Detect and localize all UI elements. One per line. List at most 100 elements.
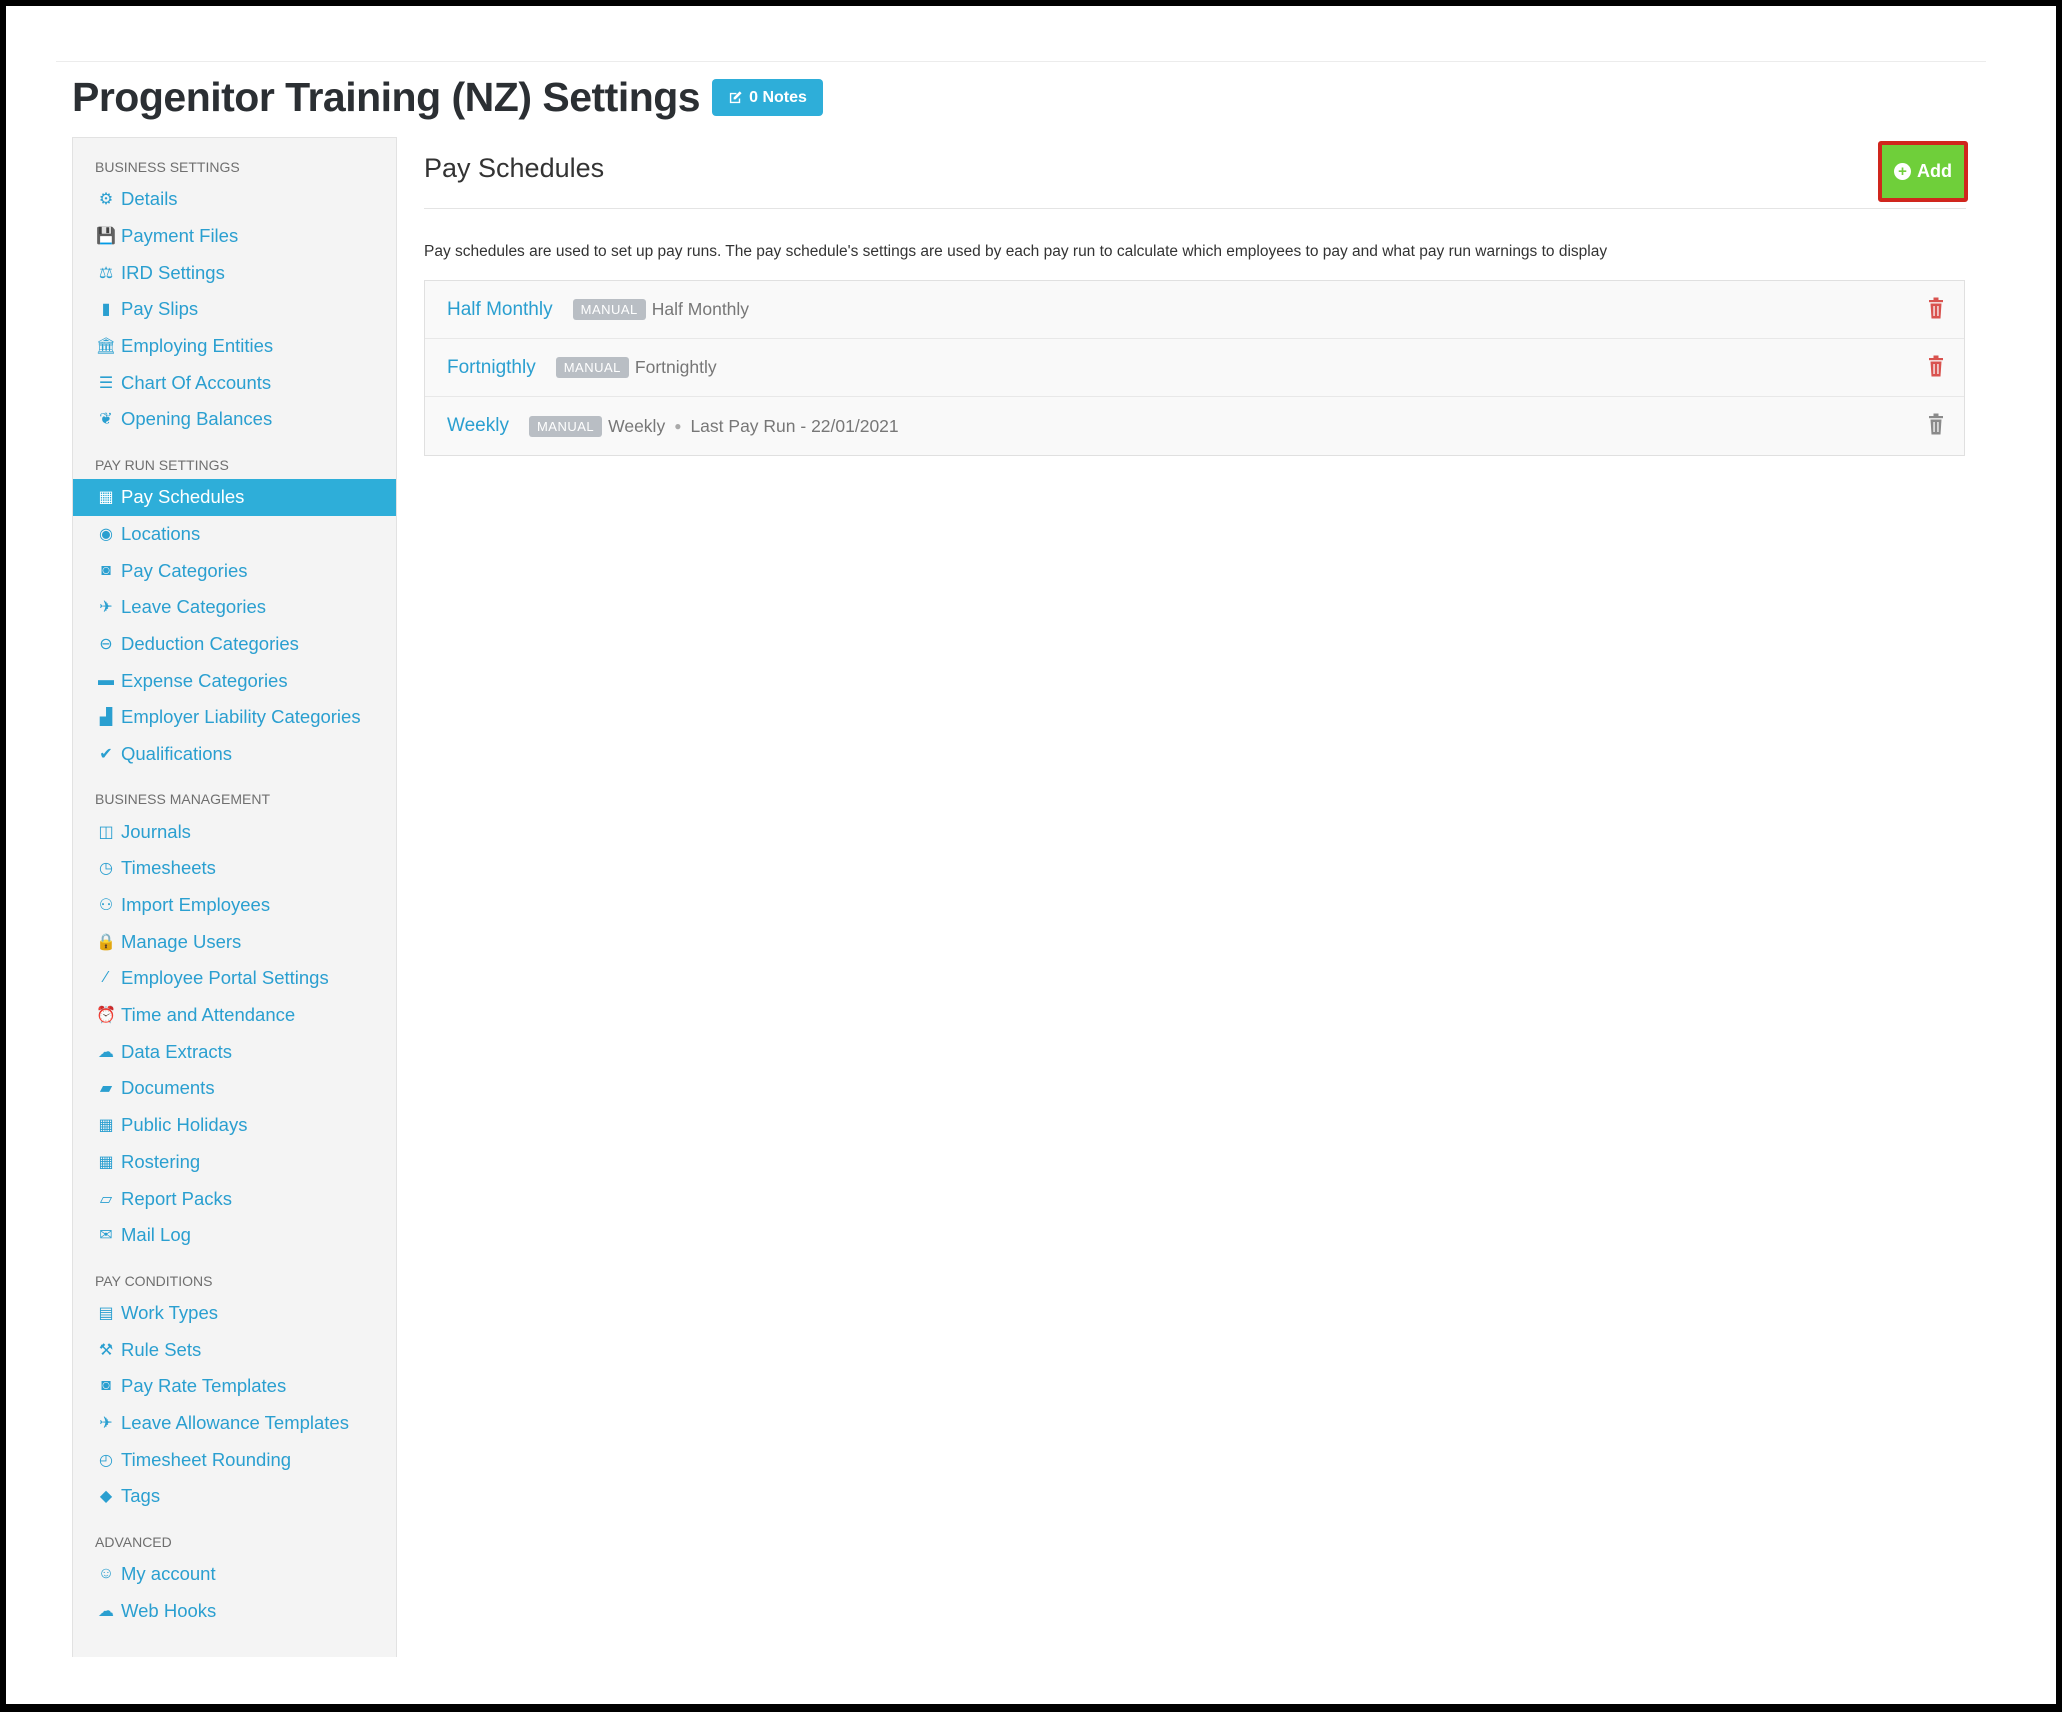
columns-icon: ◫ <box>98 823 114 841</box>
sidebar-item-label: Employee Portal Settings <box>121 967 329 989</box>
industry-icon: ▟ <box>99 709 113 727</box>
sidebar-item-employer-liability-categories[interactable]: ▟ Employer Liability Categories <box>73 699 396 736</box>
section-divider <box>424 208 1966 209</box>
sidebar-section-title: BUSINESS MANAGEMENT <box>95 791 271 808</box>
cloud-download-icon: ☁ <box>98 1043 114 1061</box>
sidebar-item-import-employees[interactable]: ⚇ Import Employees <box>73 887 396 924</box>
folder-open-icon: ▱ <box>99 1190 113 1208</box>
sidebar-section: PAY CONDITIONS ▤ Work Types ⚒ Rule Sets ◙ Pay … <box>73 1270 396 1515</box>
sidebar-item-manage-users[interactable]: 🔒 Manage Users <box>73 923 396 960</box>
sidebar-item-my-account[interactable]: ☺ My account <box>73 1556 396 1593</box>
section-title: Pay Schedules <box>424 153 605 183</box>
pay-schedule-link[interactable]: Weekly <box>447 415 509 437</box>
sidebar-item-pay-schedules[interactable]: ▦ Pay Schedules <box>73 478 396 516</box>
sidebar-item-label: Details <box>121 188 178 210</box>
trash-icon[interactable] <box>1928 297 1944 319</box>
sidebar-item-expense-categories[interactable]: ▬ Expense Categories <box>73 662 396 699</box>
sidebar-item-label: Pay Categories <box>121 559 248 581</box>
sidebar-item-label: Deduction Categories <box>121 632 299 654</box>
sidebar-item-employing-entities[interactable]: 🏛 Employing Entities <box>73 328 396 365</box>
sidebar-item-rule-sets[interactable]: ⚒ Rule Sets <box>73 1331 396 1368</box>
notes-button[interactable]: 0 Notes <box>712 79 823 116</box>
sidebar-item-chart-of-accounts[interactable]: ☰ Chart Of Accounts <box>73 364 396 401</box>
page-title: Progenitor Training (NZ) Settings 0 Note… <box>72 74 823 121</box>
sidebar-item-opening-balances[interactable]: ❦ Opening Balances <box>73 401 396 438</box>
trash-icon[interactable] <box>1928 355 1944 377</box>
sidebar-item-mail-log[interactable]: ✉ Mail Log <box>73 1217 396 1254</box>
sidebar-item-label: Pay Rate Templates <box>121 1375 287 1397</box>
add-label: Add <box>1917 161 1952 181</box>
page-title-text: Progenitor Training (NZ) Settings <box>72 74 701 120</box>
sidebar-item-public-holidays[interactable]: ▦ Public Holidays <box>73 1107 396 1144</box>
sidebar-item-label: Leave Categories <box>121 596 267 618</box>
add-pay-schedule-button[interactable]: + Add <box>1878 141 1968 202</box>
sidebar-item-time-and-attendance[interactable]: ⏰ Time and Attendance <box>73 997 396 1034</box>
sidebar-item-ird-settings[interactable]: ⚖ IRD Settings <box>73 254 396 291</box>
sidebar-section: BUSINESS MANAGEMENT ◫ Journals ◷ Timesheets ⚇… <box>73 788 396 1253</box>
sidebar-item-label: Payment Files <box>121 225 239 247</box>
globe-icon: ◉ <box>99 525 113 543</box>
sidebar-item-pay-slips[interactable]: ▮ Pay Slips <box>73 291 396 328</box>
sidebar-item-tags[interactable]: ◆ Tags <box>73 1478 396 1515</box>
calendar-icon: ▦ <box>98 1117 114 1135</box>
sidebar-item-pay-rate-templates[interactable]: ◙ Pay Rate Templates <box>73 1368 396 1405</box>
pay-frequency: Fortnightly <box>634 357 717 377</box>
notes-label: 0 Notes <box>749 88 807 106</box>
pay-schedule-row: Half Monthly MANUAL Half Monthly <box>425 281 1964 339</box>
plane-icon: ✈ <box>99 1414 113 1432</box>
plane-icon: ✈ <box>99 599 113 617</box>
manual-badge: MANUAL <box>528 415 603 437</box>
sidebar-item-rostering[interactable]: ▦ Rostering <box>73 1144 396 1181</box>
sidebar-item-work-types[interactable]: ▤ Work Types <box>73 1295 396 1332</box>
sidebar-section-title: BUSINESS SETTINGS <box>95 159 240 175</box>
pay-schedules-list: Half Monthly MANUAL Half Monthly Fortnigthl… <box>424 280 1965 456</box>
calendar-icon: ▦ <box>98 489 114 507</box>
sidebar-item-label: Chart Of Accounts <box>121 371 272 393</box>
sidebar-item-locations[interactable]: ◉ Locations <box>73 516 396 553</box>
last-pay-run: Last Pay Run - 22/01/2021 <box>690 415 899 436</box>
manual-badge: MANUAL <box>572 299 646 320</box>
sidebar-item-label: Rule Sets <box>121 1338 202 1360</box>
envelope-icon: ✉ <box>99 1227 113 1245</box>
sidebar-item-label: IRD Settings <box>121 261 225 283</box>
sidebar-item-label: Mail Log <box>121 1224 191 1246</box>
sidebar-item-data-extracts[interactable]: ☁ Data Extracts <box>73 1033 396 1070</box>
money-icon: ◙ <box>101 561 111 579</box>
sidebar-item-report-packs[interactable]: ▱ Report Packs <box>73 1180 396 1217</box>
sidebar-item-label: Timesheet Rounding <box>121 1448 292 1470</box>
sidebar-item-label: Qualifications <box>121 742 233 764</box>
sidebar-item-web-hooks[interactable]: ☁ Web Hooks <box>73 1592 396 1629</box>
sidebar-item-timesheets[interactable]: ◷ Timesheets <box>73 850 396 887</box>
sidebar-item-label: Locations <box>121 522 201 544</box>
sidebar-item-deduction-categories[interactable]: ⊖ Deduction Categories <box>73 626 396 663</box>
sidebar-item-label: Report Packs <box>121 1187 233 1209</box>
sidebar-item-label: My account <box>121 1563 216 1585</box>
edit-icon <box>729 91 742 104</box>
top-divider <box>56 61 1986 62</box>
sidebar-item-timesheet-rounding[interactable]: ◴ Timesheet Rounding <box>73 1441 396 1478</box>
sidebar-item-qualifications[interactable]: ✔ Qualifications <box>73 736 396 773</box>
cloud-icon: ☁ <box>98 1602 114 1620</box>
sidebar-item-label: Expense Categories <box>121 669 288 691</box>
sidebar-item-leave-categories[interactable]: ✈ Leave Categories <box>73 589 396 626</box>
sidebar-item-documents[interactable]: ▰ Documents <box>73 1070 396 1107</box>
sidebar-item-pay-categories[interactable]: ◙ Pay Categories <box>73 552 396 589</box>
sidebar-item-details[interactable]: ⚙ Details <box>73 181 396 218</box>
folder-icon: ▰ <box>99 1080 113 1098</box>
sidebar-section-title: PAY RUN SETTINGS <box>95 456 229 473</box>
pay-schedule-link[interactable]: Half Monthly <box>447 299 553 321</box>
sidebar-item-label: Pay Schedules <box>121 486 245 508</box>
sidebar-item-label: Work Types <box>121 1301 218 1323</box>
sidebar-section: PAY RUN SETTINGS ▦ Pay Schedules ◉ Locations… <box>73 454 396 773</box>
sidebar-item-payment-files[interactable]: 💾 Payment Files <box>73 218 396 255</box>
pay-frequency: Half Monthly <box>651 299 750 319</box>
gear-icon: ⚙ <box>98 191 114 209</box>
clock-icon: ◷ <box>99 860 113 878</box>
sidebar-item-leave-allowance-templates[interactable]: ✈ Leave Allowance Templates <box>73 1405 396 1442</box>
pay-schedule-link[interactable]: Fortnigthly <box>447 357 536 379</box>
sidebar-item-label: Web Hooks <box>121 1599 217 1621</box>
trash-icon[interactable] <box>1928 413 1944 435</box>
sidebar-item-journals[interactable]: ◫ Journals <box>73 813 396 850</box>
sidebar-item-employee-portal-settings[interactable]: ⁄ Employee Portal Settings <box>73 960 396 997</box>
sidebar-item-label: Rostering <box>121 1150 201 1172</box>
